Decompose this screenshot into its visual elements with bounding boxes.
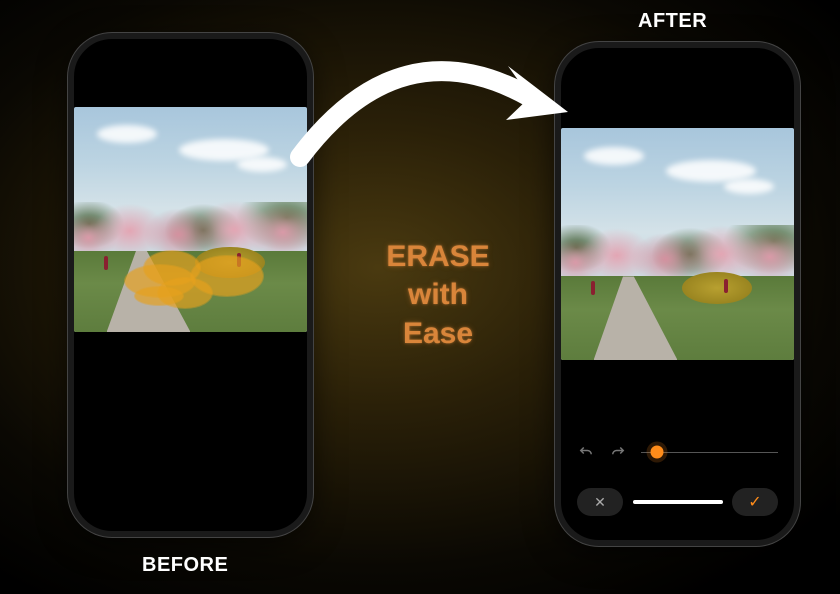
phone-mockup-after: ✕ ✓ xyxy=(555,42,800,546)
tagline-line: with xyxy=(343,276,533,314)
slider-thumb[interactable] xyxy=(651,446,664,459)
check-icon: ✓ xyxy=(748,492,761,512)
redo-button[interactable] xyxy=(609,443,627,461)
phone-notch xyxy=(146,39,236,61)
after-label: AFTER xyxy=(638,10,707,33)
tagline-line: ERASE xyxy=(343,238,533,276)
photo-before xyxy=(74,107,307,332)
photo-after xyxy=(561,128,794,360)
arrow-icon xyxy=(280,42,580,182)
home-indicator xyxy=(633,500,723,504)
phone-notch xyxy=(633,48,723,70)
before-label: BEFORE xyxy=(142,554,228,577)
undo-button[interactable] xyxy=(577,443,595,461)
close-icon: ✕ xyxy=(594,494,606,511)
brush-size-slider[interactable] xyxy=(641,442,778,462)
tagline: ERASE with Ease xyxy=(343,238,533,353)
edit-controls: ✕ ✓ xyxy=(561,442,794,516)
phone-mockup-before xyxy=(68,33,313,537)
confirm-button[interactable]: ✓ xyxy=(732,488,778,516)
tagline-line: Ease xyxy=(343,315,533,353)
cancel-button[interactable]: ✕ xyxy=(577,488,623,516)
